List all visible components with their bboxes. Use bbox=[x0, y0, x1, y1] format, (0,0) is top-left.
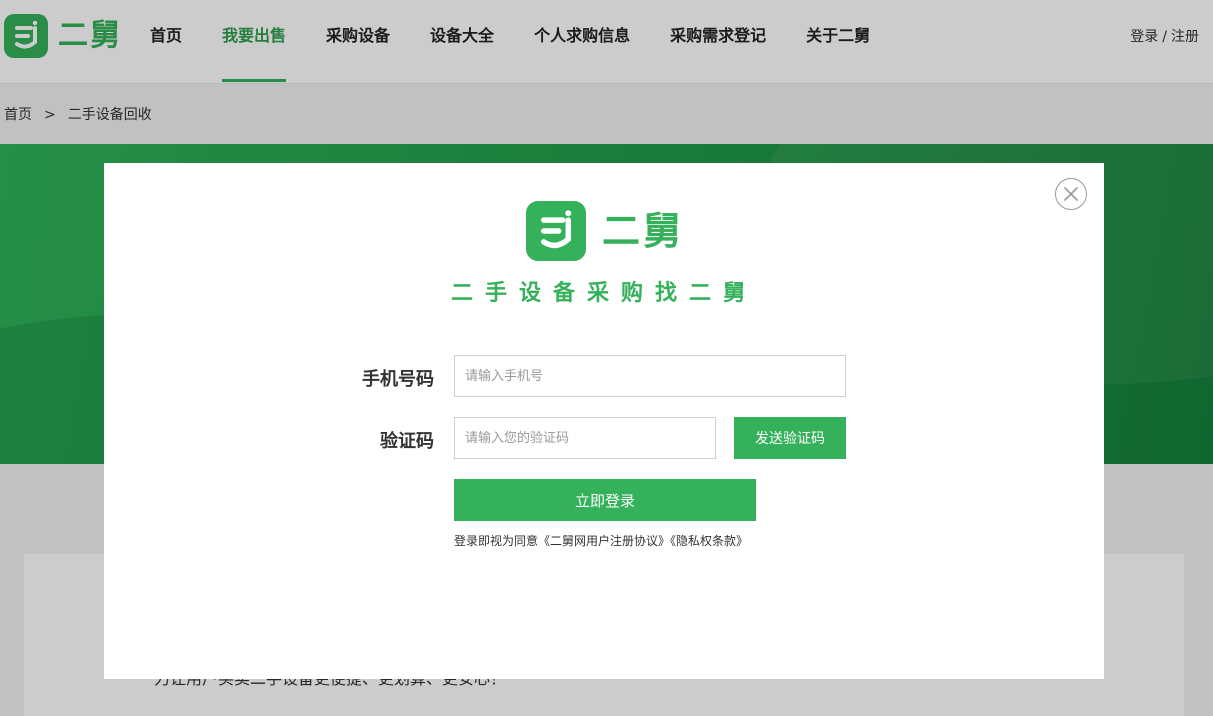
send-code-button[interactable]: 发送验证码 bbox=[734, 417, 846, 459]
phone-label: 手机号码 bbox=[362, 369, 434, 390]
agreement-text: 登录即视为同意《二舅网用户注册协议》《隐私权条款》 bbox=[454, 532, 748, 549]
login-button[interactable]: 立即登录 bbox=[454, 479, 756, 521]
modal-logo: 二舅 bbox=[526, 201, 684, 261]
close-button[interactable] bbox=[1055, 178, 1087, 210]
verification-code-input[interactable] bbox=[454, 417, 716, 459]
privacy-policy-link[interactable]: 《隐私权条款》 bbox=[670, 534, 748, 548]
logo-smile-icon bbox=[526, 201, 586, 261]
close-icon bbox=[1064, 187, 1078, 201]
phone-input[interactable] bbox=[454, 355, 846, 397]
user-agreement-link[interactable]: 《二舅网用户注册协议》 bbox=[538, 534, 670, 548]
modal-logo-text: 二舅 bbox=[602, 209, 685, 253]
agreement-prefix: 登录即视为同意 bbox=[454, 534, 539, 548]
modal-slogan: 二手设备采购找二舅 bbox=[450, 281, 757, 306]
code-label: 验证码 bbox=[380, 431, 434, 452]
login-modal: 二舅 二手设备采购找二舅 手机号码 验证码 发送验证码 立即登录 登录即视为同意… bbox=[104, 163, 1104, 679]
